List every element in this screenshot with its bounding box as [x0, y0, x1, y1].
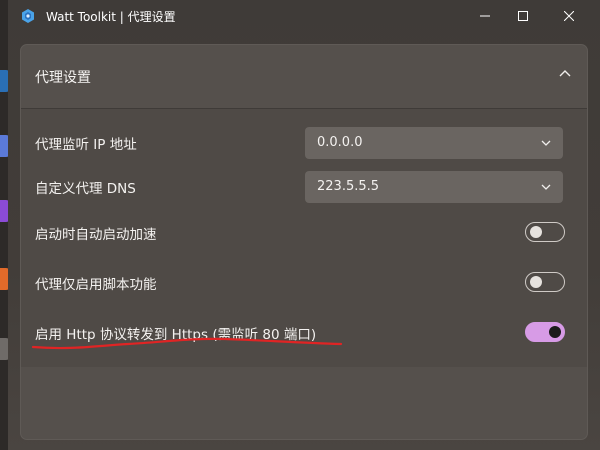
setting-row-http-to-https: 启用 Http 协议转发到 Https (需监听 80 端口)	[21, 309, 587, 353]
section-title: 代理设置	[35, 70, 91, 86]
script-only-toggle[interactable]	[525, 272, 565, 292]
settings-window: Watt Toolkit | 代理设置 代理设置 代理监听 IP 地址 0.0.…	[8, 0, 600, 450]
section-header[interactable]: 代理设置	[21, 45, 587, 109]
select-value: 223.5.5.5	[317, 179, 380, 194]
maximize-icon	[518, 11, 528, 21]
section-body: 代理监听 IP 地址 0.0.0.0 自定义代理 DNS 223.5.5.5 启…	[21, 109, 587, 367]
http-to-https-toggle[interactable]	[525, 322, 565, 342]
chevron-down-icon	[541, 140, 551, 146]
setting-row-custom-dns: 自定义代理 DNS 223.5.5.5	[21, 165, 587, 209]
toggle-knob	[530, 226, 542, 238]
window-title: Watt Toolkit | 代理设置	[46, 10, 176, 24]
custom-dns-select[interactable]: 223.5.5.5	[305, 171, 563, 203]
setting-label: 启用 Http 协议转发到 Https (需监听 80 端口)	[35, 327, 317, 343]
setting-row-listen-ip: 代理监听 IP 地址 0.0.0.0	[21, 121, 587, 165]
toggle-knob	[549, 326, 561, 338]
title-bar[interactable]: Watt Toolkit | 代理设置	[8, 0, 600, 32]
chevron-up-icon[interactable]	[559, 69, 571, 77]
minimize-icon	[480, 15, 490, 17]
setting-label: 启动时自动启动加速	[35, 227, 157, 243]
setting-row-auto-start: 启动时自动启动加速	[21, 209, 587, 253]
setting-row-script-only: 代理仅启用脚本功能	[21, 259, 587, 303]
close-button[interactable]	[546, 0, 592, 32]
proxy-settings-card: 代理设置 代理监听 IP 地址 0.0.0.0 自定义代理 DNS 223.5.…	[20, 44, 588, 440]
watt-toolkit-logo-icon	[22, 9, 34, 23]
select-value: 0.0.0.0	[317, 135, 363, 150]
chevron-down-icon	[541, 184, 551, 190]
maximize-button[interactable]	[500, 0, 546, 32]
listen-ip-select[interactable]: 0.0.0.0	[305, 127, 563, 159]
auto-start-toggle[interactable]	[525, 222, 565, 242]
setting-label: 代理仅启用脚本功能	[35, 277, 157, 293]
setting-label: 自定义代理 DNS	[35, 181, 136, 197]
setting-label: 代理监听 IP 地址	[35, 137, 137, 153]
close-icon	[564, 11, 574, 21]
toggle-knob	[530, 276, 542, 288]
